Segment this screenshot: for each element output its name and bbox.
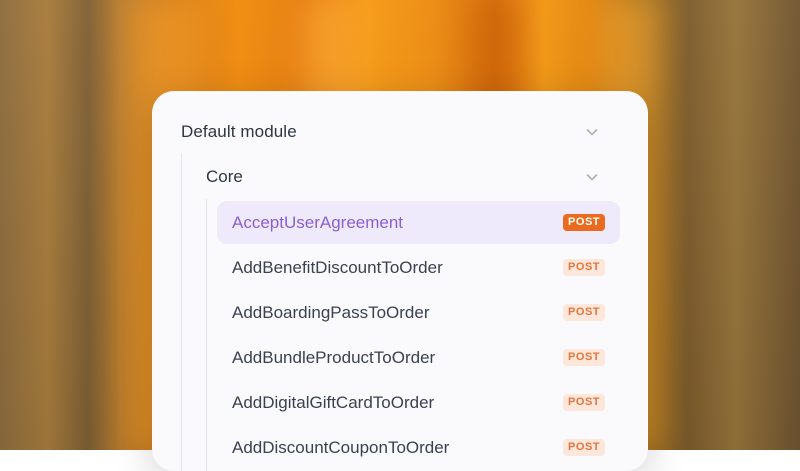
module-row[interactable]: Default module [152, 113, 648, 151]
method-badge: POST [563, 259, 605, 276]
tree-guide-line [206, 199, 207, 471]
endpoint-item[interactable]: AddBenefitDiscountToOrder POST [217, 246, 620, 289]
method-badge: POST [563, 394, 605, 411]
chevron-down-icon[interactable] [584, 124, 600, 140]
endpoint-name: AcceptUserAgreement [232, 213, 404, 232]
endpoint-item[interactable]: AddBundleProductToOrder POST [217, 336, 620, 379]
endpoint-name: AddBoardingPassToOrder [232, 303, 430, 322]
tree-guide-line [181, 153, 182, 471]
method-badge: POST [563, 349, 605, 366]
endpoint-item[interactable]: AddBoardingPassToOrder POST [217, 291, 620, 334]
endpoint-item[interactable]: AddDiscountCouponToOrder POST [217, 426, 620, 469]
group-label: Core [206, 167, 243, 186]
endpoint-name: AddBundleProductToOrder [232, 348, 436, 367]
method-badge: POST [563, 304, 605, 321]
endpoint-name: AddDiscountCouponToOrder [232, 438, 450, 457]
endpoint-name: AddDigitalGiftCardToOrder [232, 393, 435, 412]
group-row[interactable]: Core [152, 158, 648, 196]
endpoint-item[interactable]: AcceptUserAgreement POST [217, 201, 620, 244]
method-badge: POST [563, 214, 605, 231]
method-badge: POST [563, 439, 605, 456]
endpoint-name: AddBenefitDiscountToOrder [232, 258, 443, 277]
api-navigation-panel: Default module Core AcceptUserAgreement … [152, 91, 648, 471]
module-label: Default module [181, 122, 297, 141]
chevron-down-icon[interactable] [584, 169, 600, 185]
endpoint-item[interactable]: AddDigitalGiftCardToOrder POST [217, 381, 620, 424]
